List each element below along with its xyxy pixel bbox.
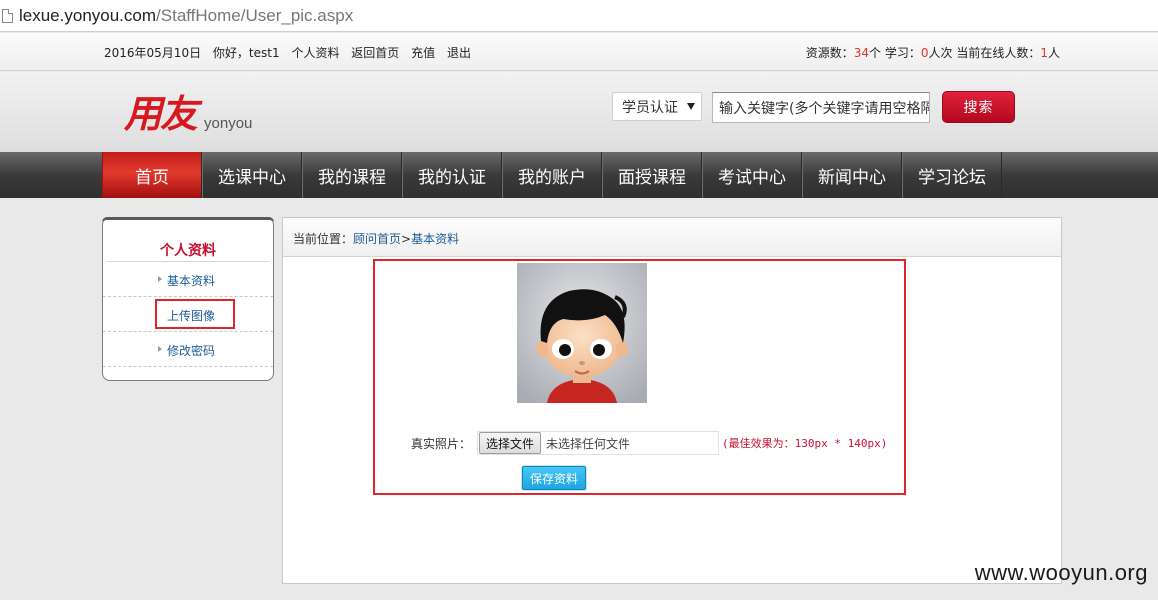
nav-item-offline-courses[interactable]: 面授课程 [602, 152, 702, 198]
logo-en: yonyou [204, 115, 253, 132]
sidebar-item-basic-info[interactable]: 基本资料 [103, 263, 273, 297]
breadcrumb-separator: > [401, 232, 412, 246]
choose-file-button[interactable]: 选择文件 [479, 432, 542, 454]
sidebar-item-label[interactable]: 修改密码 [167, 342, 215, 359]
nav-items: 首页 选课中心 我的课程 我的认证 我的账户 面授课程 考试中心 新闻中心 学习… [102, 152, 1002, 198]
logo-cn: 用友 [124, 92, 198, 136]
main-nav: 首页 选课中心 我的课程 我的认证 我的账户 面授课程 考试中心 新闻中心 学习… [0, 152, 1158, 198]
profile-sidebar: 个人资料 基本资料 上传图像 修改密码 [102, 217, 274, 381]
nav-item-forum[interactable]: 学习论坛 [902, 152, 1002, 198]
watermark-text: www.wooyun.org [974, 560, 1148, 585]
nav-item-exam-center[interactable]: 考试中心 [702, 152, 802, 198]
yonyou-logo[interactable]: 用友 yonyou [124, 90, 252, 134]
study-count: 0 [920, 46, 929, 60]
size-hint: (最佳效果为：130px * 140px) [722, 437, 888, 450]
page-icon [2, 8, 13, 23]
divider [107, 261, 269, 262]
search-button[interactable]: 搜索 [942, 91, 1015, 123]
arrow-right-icon [158, 346, 162, 352]
sidebar-title: 个人资料 [160, 243, 216, 259]
site-header: 用友 yonyou 学员认证 输入关键字(多个关键字请用空格隔开) 搜索 [0, 72, 1158, 152]
divider [103, 331, 273, 332]
nav-item-news-center[interactable]: 新闻中心 [802, 152, 902, 198]
online-unit: 人 [1047, 46, 1060, 60]
study-label: 个 学习： [869, 46, 921, 60]
arrow-right-icon [158, 276, 162, 282]
nav-item-my-courses[interactable]: 我的课程 [302, 152, 402, 198]
highlight-annotation-box [155, 299, 235, 329]
resource-count: 34 [853, 46, 870, 60]
nav-item-my-account[interactable]: 我的账户 [502, 152, 602, 198]
online-count: 1 [1040, 46, 1048, 60]
search-input[interactable]: 输入关键字(多个关键字请用空格隔开) [712, 92, 930, 123]
greeting-text: 你好，test1 [212, 46, 280, 60]
breadcrumb-bar: 当前位置：顾问首页>基本资料 [283, 218, 1061, 257]
home-link[interactable]: 返回首页 [351, 46, 399, 60]
logout-link[interactable]: 退出 [447, 46, 471, 60]
online-label: 人次 当前在线人数： [928, 46, 1041, 60]
sidebar-item-change-password[interactable]: 修改密码 [103, 333, 273, 367]
nav-item-home[interactable]: 首页 [102, 152, 202, 198]
breadcrumb-current[interactable]: 基本资料 [411, 232, 459, 246]
file-status-text: 未选择任何文件 [546, 436, 631, 451]
browser-address-bar[interactable]: lexue.yonyou.com/StaffHome/User_pic.aspx [0, 0, 1158, 32]
photo-upload-row: 真实照片： 选择文件 未选择任何文件 (最佳效果为：130px * 140px) [411, 431, 887, 455]
profile-link[interactable]: 个人资料 [291, 46, 339, 60]
file-input[interactable]: 选择文件 未选择任何文件 [477, 431, 720, 455]
sidebar-item-label[interactable]: 基本资料 [167, 272, 215, 289]
resource-label: 资源数： [805, 46, 854, 60]
breadcrumb-prefix: 当前位置： [293, 232, 354, 246]
main-panel: 当前位置：顾问首页>基本资料 真实照片： 选择文件 未选择任何文件 (最佳效果为… [282, 217, 1062, 584]
search-type-select[interactable]: 学员认证 [612, 92, 702, 121]
top-info-bar: 2016年05月10日 你好，test1 个人资料 返回首页 充值 退出 资源数… [0, 33, 1158, 71]
save-button[interactable]: 保存资料 [522, 466, 586, 490]
avatar-image [517, 263, 647, 403]
date-text: 2016年05月10日 [104, 46, 202, 60]
divider [103, 366, 273, 367]
nav-item-my-certification[interactable]: 我的认证 [402, 152, 502, 198]
recharge-link[interactable]: 充值 [411, 46, 435, 60]
breadcrumb: 当前位置：顾问首页>基本资料 [293, 230, 459, 247]
divider [103, 296, 273, 297]
url-text[interactable]: lexue.yonyou.com/StaffHome/User_pic.aspx [19, 6, 353, 26]
site-stats: 资源数：34个 学习：0人次 当前在线人数：1人 [806, 44, 1060, 61]
dropdown-arrow-icon [687, 103, 695, 110]
photo-label: 真实照片： [411, 436, 472, 451]
user-info: 2016年05月10日 你好，test1 个人资料 返回首页 充值 退出 [104, 44, 479, 61]
nav-item-course-selection[interactable]: 选课中心 [202, 152, 302, 198]
sidebar-top-border [102, 217, 274, 222]
search-type-value: 学员认证 [622, 99, 678, 116]
breadcrumb-home-link[interactable]: 顾问首页 [353, 232, 401, 246]
